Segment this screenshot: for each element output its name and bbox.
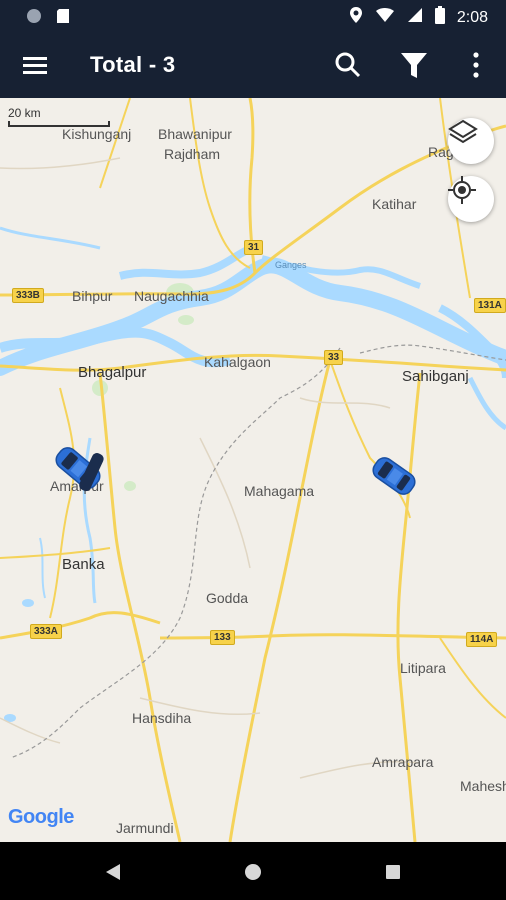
map-view[interactable]: Kishunganj Bhawanipur Rajdham Rag Katiha… [0,98,506,842]
highway-shield: 114A [466,632,498,647]
layers-icon [448,119,478,144]
back-button[interactable] [98,858,128,886]
hamburger-menu-icon [23,57,47,74]
river-label: Ganges [275,260,307,270]
place-label: Mahesh [460,778,506,794]
home-icon [245,864,261,880]
highway-shield: 33 [324,350,344,365]
sd-card-icon [56,8,70,29]
menu-button[interactable] [18,50,52,80]
highway-shield: 333B [12,288,44,303]
clock-time: 2:08 [456,8,488,26]
filter-button[interactable] [396,48,432,82]
place-label: Sahibganj [402,368,469,385]
overflow-menu-button[interactable] [464,48,488,82]
back-icon [106,864,120,880]
place-label: Litipara [400,660,446,676]
search-icon [335,52,361,78]
highway-shield: 31 [244,240,264,255]
place-label: Jarmundi [116,820,174,836]
car-icon [79,453,104,492]
app-bar: Total - 3 [0,32,506,98]
place-label: Amrapara [372,754,434,770]
map-scale: 20 km [8,106,110,127]
my-location-button[interactable] [448,176,494,222]
map-layers-button[interactable] [448,118,494,164]
recents-button[interactable] [378,858,408,886]
page-title: Total - 3 [90,52,176,77]
place-label: Bhagalpur [78,364,147,381]
scale-bar [8,121,110,127]
notification-dot-icon [26,8,42,29]
recents-icon [386,865,400,879]
place-label: Mahagama [244,483,315,499]
filter-icon [401,53,427,78]
place-label: Naugachhia [134,288,209,304]
place-label: Bhawanipur [158,126,232,142]
my-location-icon [448,176,476,204]
place-label: Godda [206,590,249,606]
place-label: Kahalgaon [204,354,271,370]
google-logo: Google [8,806,74,829]
place-label: Bihpur [72,288,113,304]
highway-shield: 131A [474,298,506,313]
place-label: Banka [62,556,105,573]
scale-label: 20 km [8,106,41,120]
location-icon [349,6,363,29]
status-bar: 2:08 [0,0,506,32]
place-label: Kishunganj [62,126,132,142]
battery-icon [434,6,445,29]
highway-shield: 333A [30,624,62,639]
attribution-text: Google [8,806,74,828]
place-label: Rajdham [164,146,221,162]
signal-icon [407,7,423,28]
car-icon [372,457,416,495]
search-button[interactable] [330,48,366,82]
system-navigation-bar [0,842,506,900]
wifi-icon [375,7,395,28]
home-button[interactable] [238,858,268,886]
place-label: Hansdiha [132,710,192,726]
highway-shield: 133 [210,630,235,645]
more-vert-icon [473,52,479,78]
place-label: Katihar [372,196,417,212]
